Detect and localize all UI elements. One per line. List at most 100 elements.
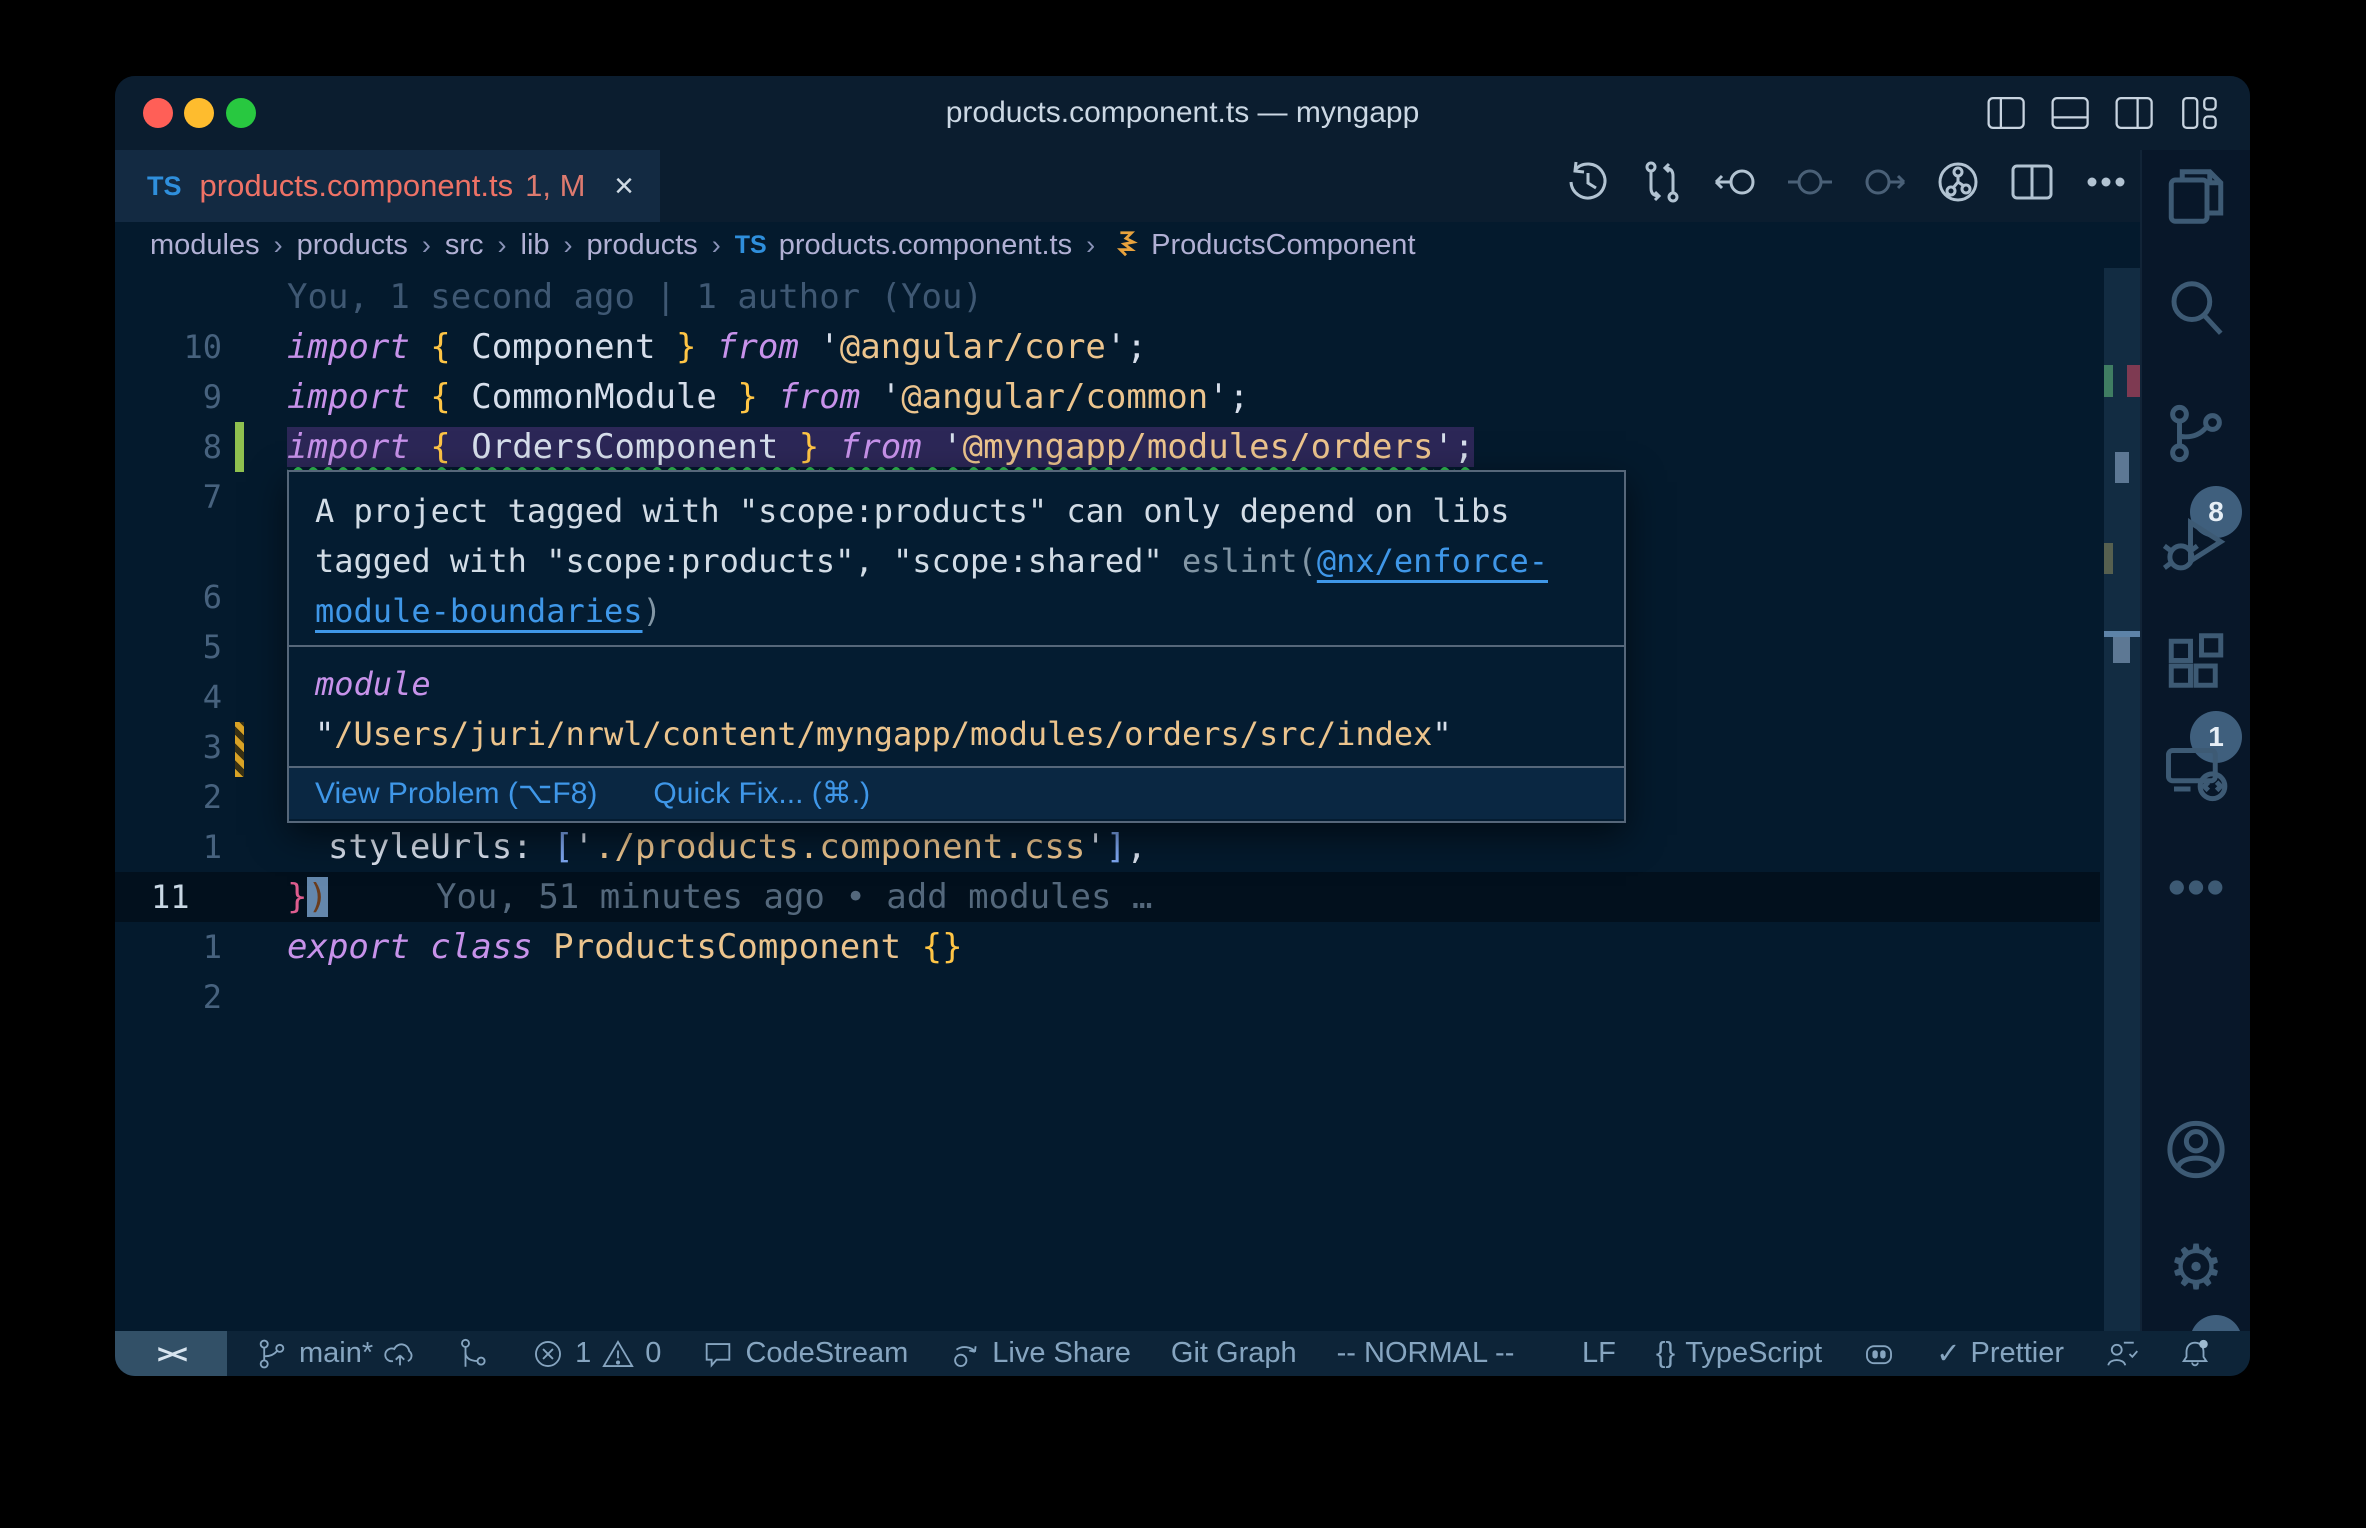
live-share-item[interactable]: Live Share [948, 1337, 1131, 1371]
code-line-11-current[interactable]: }) You, 51 minutes ago • add modules … [287, 872, 1152, 922]
tab-products-component[interactable]: TS products.component.ts 1, M × [115, 150, 660, 222]
next-diff-icon-disabled[interactable] [1860, 158, 1908, 211]
title-bar: products.component.ts — myngapp [115, 76, 2250, 150]
code-line-8-error[interactable]: import { OrdersComponent } from '@myngap… [287, 422, 1475, 472]
compare-changes-icon[interactable] [1638, 158, 1686, 211]
line-number: 1 [202, 828, 222, 866]
status-bar: >< main* 1 0 CodeStream Live Share Git G… [115, 1331, 2250, 1376]
previous-diff-icon-disabled[interactable] [1786, 158, 1834, 211]
vim-block-cursor: ) [307, 877, 328, 917]
breadcrumb-symbol[interactable]: ProductsComponent [1151, 229, 1415, 262]
copilot-icon[interactable] [1862, 1337, 1896, 1371]
accounts-icon[interactable] [2163, 1117, 2229, 1188]
code-line-10[interactable]: import { Component } from '@angular/core… [287, 322, 1147, 372]
remote-explorer-icon[interactable] [2163, 740, 2229, 811]
search-icon[interactable] [2163, 276, 2229, 347]
line-number: 9 [202, 378, 222, 416]
more-actions-icon[interactable] [2082, 158, 2130, 211]
cloud-upload-icon [384, 1342, 413, 1365]
extensions-icon[interactable] [2163, 628, 2229, 699]
error-message-section: A project tagged with "scope:products" c… [289, 472, 1624, 645]
eslint-rule-link[interactable]: module-boundaries [315, 592, 643, 630]
breadcrumb: modules › products › src › lib › product… [115, 222, 2250, 268]
breadcrumb-item[interactable]: products [297, 229, 408, 262]
line-number: 4 [202, 678, 222, 716]
typescript-file-icon: TS [734, 230, 767, 259]
error-message-line: tagged with "scope:products", "scope:sha… [315, 542, 1548, 580]
breadcrumb-separator: › [273, 229, 283, 260]
error-message-line: module-boundaries) [315, 592, 662, 630]
window-title: products.component.ts — myngapp [945, 96, 1420, 129]
tab-label: products.component.ts [199, 168, 514, 203]
tab-bar: TS products.component.ts 1, M × [115, 150, 2250, 222]
line-number: 10 [183, 328, 222, 366]
breadcrumb-separator: › [711, 229, 721, 260]
commit-graph-icon [461, 1338, 486, 1367]
module-keyword: module [315, 665, 431, 703]
line-number: 8 [202, 428, 222, 466]
breadcrumb-item[interactable]: products [587, 229, 698, 262]
error-icon [535, 1340, 562, 1367]
toggle-secondary-sidebar-icon[interactable] [2114, 93, 2156, 138]
split-editor-icon[interactable] [2008, 158, 2056, 211]
gitlens-inline-blame: You, 51 minutes ago • add modules … [435, 877, 1153, 917]
breadcrumb-item[interactable]: src [445, 229, 484, 262]
notifications-bell-icon[interactable] [2178, 1337, 2212, 1371]
line-number: 2 [202, 778, 222, 816]
breadcrumb-item[interactable]: modules [150, 229, 260, 262]
toggle-panel-icon[interactable] [2050, 93, 2092, 138]
codestream-item[interactable]: CodeStream [701, 1337, 908, 1371]
editor-actions [1564, 158, 2130, 211]
symbol-class-icon [1109, 229, 1151, 262]
comment-bubble-icon [706, 1342, 731, 1368]
line-number: 1 [202, 928, 222, 966]
ruler-modified-mark [2104, 543, 2113, 574]
run-debug-icon[interactable] [2162, 512, 2229, 583]
vscode-window: products.component.ts — myngapp TS produ… [115, 76, 2250, 1376]
git-branch-item[interactable]: main* [255, 1337, 417, 1371]
vim-mode-indicator[interactable]: -- NORMAL -- [1337, 1337, 1515, 1370]
code-line-styleurls[interactable]: styleUrls: ['./products.component.css'], [287, 822, 1147, 872]
code-editor[interactable]: 10 9 8 7 6 5 4 3 2 1 11 1 2 You, 1 secon… [115, 268, 2100, 1331]
explorer-icon[interactable] [2163, 164, 2229, 235]
prettier-item[interactable]: ✓ Prettier [1936, 1336, 2064, 1371]
scrollbar-slider[interactable] [2104, 268, 2140, 1331]
breadcrumb-separator: › [421, 229, 431, 260]
gitlens-blame-annotation: You, 1 second ago | 1 author (You) [287, 277, 983, 317]
error-message-line: A project tagged with "scope:products" c… [315, 492, 1510, 530]
breadcrumb-file[interactable]: products.component.ts [779, 229, 1072, 262]
git-graph-item[interactable]: Git Graph [1171, 1337, 1297, 1370]
module-info-section: module "/Users/juri/nrwl/content/myngapp… [289, 645, 1624, 766]
breadcrumb-item[interactable]: lib [521, 229, 550, 262]
editor-scrollbar[interactable] [2104, 268, 2140, 1331]
customize-layout-icon[interactable] [2178, 93, 2220, 138]
code-line-export[interactable]: export class ProductsComponent {} [287, 922, 963, 972]
source-control-icon[interactable] [2163, 401, 2229, 472]
previous-change-icon[interactable] [1712, 158, 1760, 211]
gitlens-graph-item[interactable] [457, 1337, 491, 1371]
ruler-added-mark [2104, 365, 2113, 397]
language-indicator[interactable]: {} TypeScript [1656, 1337, 1822, 1370]
feedback-icon[interactable] [2104, 1337, 2138, 1371]
settings-gear-icon[interactable]: ⚙ [2168, 1231, 2224, 1304]
eslint-rule-link[interactable]: @nx/enforce- [1317, 542, 1548, 580]
tab-close-icon[interactable]: × [614, 167, 634, 206]
code-line-9[interactable]: import { CommonModule } from '@angular/c… [287, 372, 1249, 422]
timeline-history-icon[interactable] [1564, 158, 1612, 211]
git-graph-circle-icon[interactable] [1934, 158, 1982, 211]
live-share-icon [954, 1345, 977, 1367]
line-number: 6 [202, 578, 222, 616]
popup-action-bar: View Problem (⌥F8) Quick Fix... (⌘.) [289, 766, 1624, 819]
eol-indicator[interactable]: LF [1582, 1337, 1616, 1370]
more-views-icon[interactable] [2163, 855, 2229, 926]
quick-fix-button[interactable]: Quick Fix... (⌘.) [653, 769, 870, 819]
problems-item[interactable]: 1 0 [531, 1337, 661, 1371]
toggle-primary-sidebar-icon[interactable] [1986, 93, 2028, 138]
gutter-modified-indicator [235, 722, 244, 777]
gutter-added-indicator [235, 422, 244, 472]
line-number: 7 [202, 478, 222, 516]
line-number: 2 [202, 978, 222, 1016]
remote-indicator[interactable]: >< [115, 1331, 227, 1376]
view-problem-button[interactable]: View Problem (⌥F8) [315, 769, 597, 819]
typescript-file-icon: TS [147, 170, 182, 201]
